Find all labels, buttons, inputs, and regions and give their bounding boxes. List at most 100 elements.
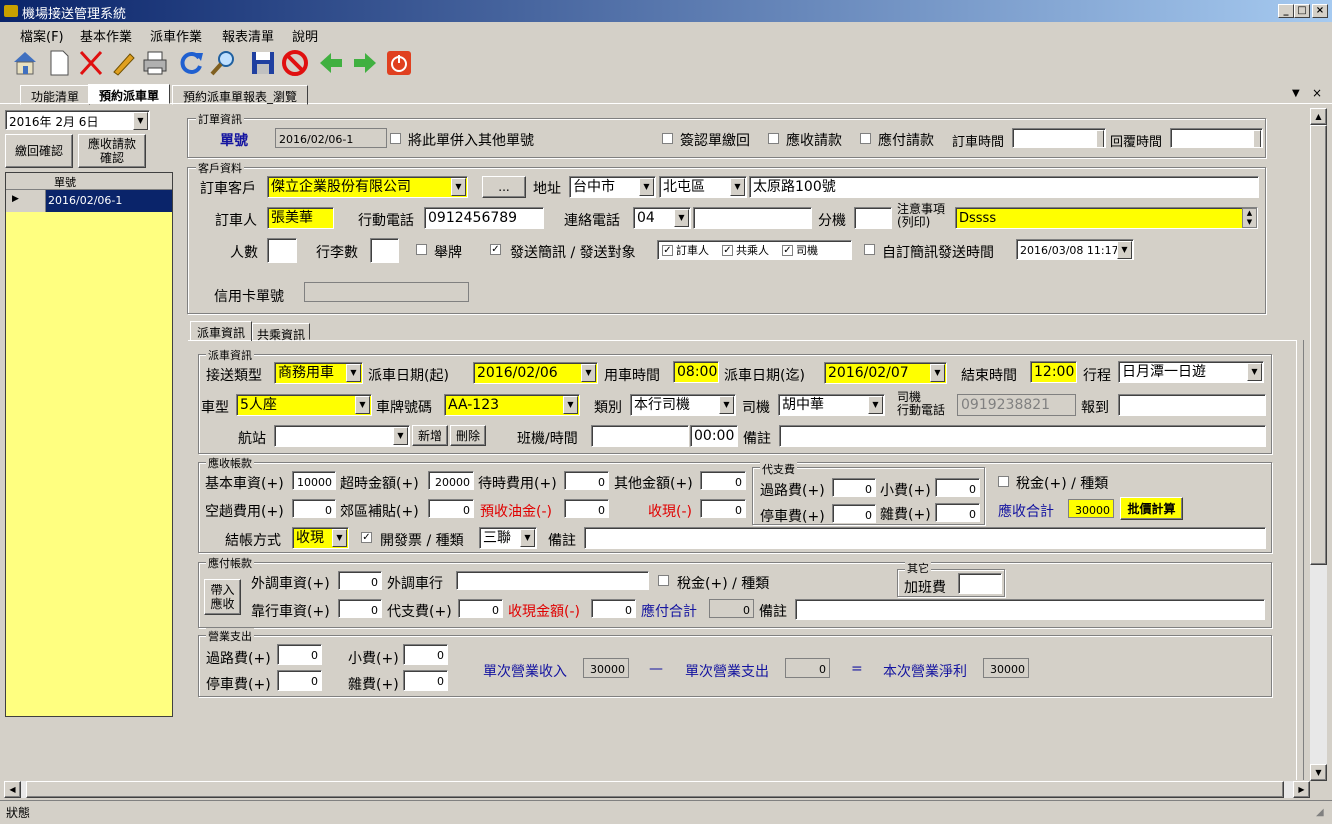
ext-field[interactable]: [854, 207, 892, 229]
delete-x-icon[interactable]: [76, 48, 106, 78]
overtime-pay-field[interactable]: [958, 573, 1002, 594]
misc-field[interactable]: 0: [935, 503, 980, 522]
dispatch-memo-field[interactable]: [779, 425, 1266, 447]
chevron-down-icon[interactable]: ▼: [520, 529, 535, 547]
empty-trip-field[interactable]: 0: [292, 499, 336, 518]
end-date-field[interactable]: 2016/02/07 ▼: [824, 362, 947, 384]
tab-dispatch-info[interactable]: 派車資訊: [190, 321, 253, 341]
return-confirm-button[interactable]: 繳回確認: [5, 134, 73, 168]
people-field[interactable]: [267, 238, 297, 263]
edit-pencil-icon[interactable]: [108, 48, 138, 78]
invoice-type-select[interactable]: 三聯 ▼: [479, 527, 537, 549]
chevron-down-icon[interactable]: ▼: [581, 364, 596, 382]
home-icon[interactable]: [10, 48, 40, 78]
chevron-down-icon[interactable]: ▼: [930, 364, 945, 382]
menu-file[interactable]: 檔案(F): [20, 26, 64, 45]
receivable-memo-field[interactable]: [584, 527, 1266, 549]
report-field[interactable]: [1118, 394, 1266, 416]
vertical-scroll-thumb[interactable]: [1310, 125, 1327, 565]
chevron-down-icon[interactable]: [1253, 130, 1261, 147]
fuel-field[interactable]: 0: [564, 499, 609, 518]
note-scroll-arrows-icon[interactable]: ▲ ▼: [1242, 208, 1257, 228]
station-select[interactable]: ▼: [274, 425, 410, 447]
add-station-button[interactable]: 新增: [412, 425, 448, 446]
print-icon[interactable]: [140, 48, 170, 78]
flight-field[interactable]: [591, 425, 689, 447]
chevron-down-icon[interactable]: ▼: [719, 396, 734, 414]
new-document-icon[interactable]: [44, 48, 74, 78]
end-time-field[interactable]: 12:00: [1030, 361, 1077, 383]
browse-button[interactable]: ...: [482, 176, 526, 198]
tab-dispatch-order[interactable]: 預約派車單: [88, 84, 171, 104]
reply-time-field[interactable]: [1170, 128, 1263, 148]
tab-close-icon[interactable]: ×: [1312, 86, 1322, 100]
back-arrow-icon[interactable]: [316, 48, 346, 78]
horizontal-scrollbar[interactable]: ◀ ▶: [4, 781, 1310, 798]
payable-tax-checkbox[interactable]: [658, 575, 669, 586]
sign-board-checkbox[interactable]: [416, 244, 427, 255]
luggage-field[interactable]: [370, 238, 399, 263]
calculate-price-button[interactable]: 批價計算: [1120, 497, 1183, 520]
vertical-scrollbar[interactable]: ▲ ▼: [1310, 108, 1327, 781]
tab-carpool-info[interactable]: 共乘資訊: [252, 323, 311, 342]
overtime-field[interactable]: 20000: [428, 471, 474, 490]
scroll-right-icon[interactable]: ▶: [1293, 781, 1310, 798]
external-fee-field[interactable]: 0: [338, 571, 382, 590]
waiting-field[interactable]: 0: [564, 471, 609, 490]
plate-select[interactable]: AA-123 ▼: [444, 394, 580, 416]
sms-target-driver-checkbox[interactable]: ✓: [782, 245, 793, 256]
chevron-down-icon[interactable]: ▼: [639, 178, 654, 196]
phone-field[interactable]: [693, 207, 812, 229]
business-tip-field[interactable]: 0: [403, 644, 448, 665]
delete-station-button[interactable]: 刪除: [450, 425, 486, 446]
scroll-up-icon[interactable]: ▲: [1310, 108, 1327, 125]
power-icon[interactable]: [384, 48, 414, 78]
use-time-field[interactable]: 08:00: [673, 361, 719, 383]
receivable-checkbox[interactable]: [768, 133, 779, 144]
bring-receivable-button[interactable]: 帶入 應收: [204, 579, 241, 615]
category-select[interactable]: 本行司機 ▼: [630, 394, 736, 416]
start-date-field[interactable]: 2016/02/06 ▼: [473, 362, 598, 384]
business-misc-field[interactable]: 0: [403, 670, 448, 691]
custom-sms-checkbox[interactable]: [864, 244, 875, 255]
save-icon[interactable]: [248, 48, 278, 78]
tip-field[interactable]: 0: [935, 478, 980, 497]
district-select[interactable]: 北屯區 ▼: [659, 176, 747, 198]
type-select[interactable]: 商務用車 ▼: [274, 362, 363, 384]
resize-grip-icon[interactable]: ◢: [1316, 807, 1324, 818]
base-fare-field[interactable]: 10000: [292, 471, 336, 490]
parking-field[interactable]: 0: [832, 504, 876, 523]
menu-dispatch[interactable]: 派車作業: [150, 26, 202, 45]
payable-memo-field[interactable]: [795, 599, 1265, 620]
affiliated-fee-field[interactable]: 0: [338, 599, 382, 618]
payable-proxy-field[interactable]: 0: [458, 599, 503, 618]
chevron-down-icon[interactable]: ▼: [332, 529, 347, 547]
settle-select[interactable]: 收現 ▼: [292, 527, 349, 549]
chevron-down-icon[interactable]: ▼: [674, 209, 689, 227]
maximize-button[interactable]: □: [1294, 4, 1310, 18]
chevron-down-icon[interactable]: ▼: [1247, 363, 1262, 381]
chevron-down-icon[interactable]: ▼: [563, 396, 578, 414]
person-field[interactable]: 張美華: [267, 207, 334, 229]
note-field[interactable]: Dssss: [955, 207, 1258, 229]
phone-area-select[interactable]: 04 ▼: [633, 207, 691, 229]
close-button[interactable]: ×: [1312, 4, 1328, 18]
sms-checkbox[interactable]: ✓: [490, 244, 501, 255]
horizontal-scroll-thumb[interactable]: [26, 781, 1284, 798]
tab-function-list[interactable]: 功能清單: [20, 85, 91, 105]
receivable-confirm-button[interactable]: 應收請款 確認: [78, 134, 146, 168]
forward-arrow-icon[interactable]: [350, 48, 380, 78]
car-type-select[interactable]: 5人座 ▼: [236, 394, 372, 416]
search-icon[interactable]: [208, 48, 238, 78]
flight-time-field[interactable]: 00:00: [690, 425, 738, 447]
scroll-left-icon[interactable]: ◀: [4, 781, 21, 798]
other-amount-field[interactable]: 0: [700, 471, 746, 490]
suburb-field[interactable]: 0: [428, 499, 474, 518]
mobile-field[interactable]: 0912456789: [424, 207, 544, 229]
sms-target-passenger-checkbox[interactable]: ✓: [722, 245, 733, 256]
sms-time-field[interactable]: 2016/03/08 11:17 ▼: [1016, 239, 1134, 260]
external-company-field[interactable]: [456, 571, 649, 590]
payable-checkbox[interactable]: [860, 133, 871, 144]
chevron-down-icon[interactable]: ▼: [355, 396, 370, 414]
chevron-down-icon[interactable]: ▼: [451, 178, 466, 196]
